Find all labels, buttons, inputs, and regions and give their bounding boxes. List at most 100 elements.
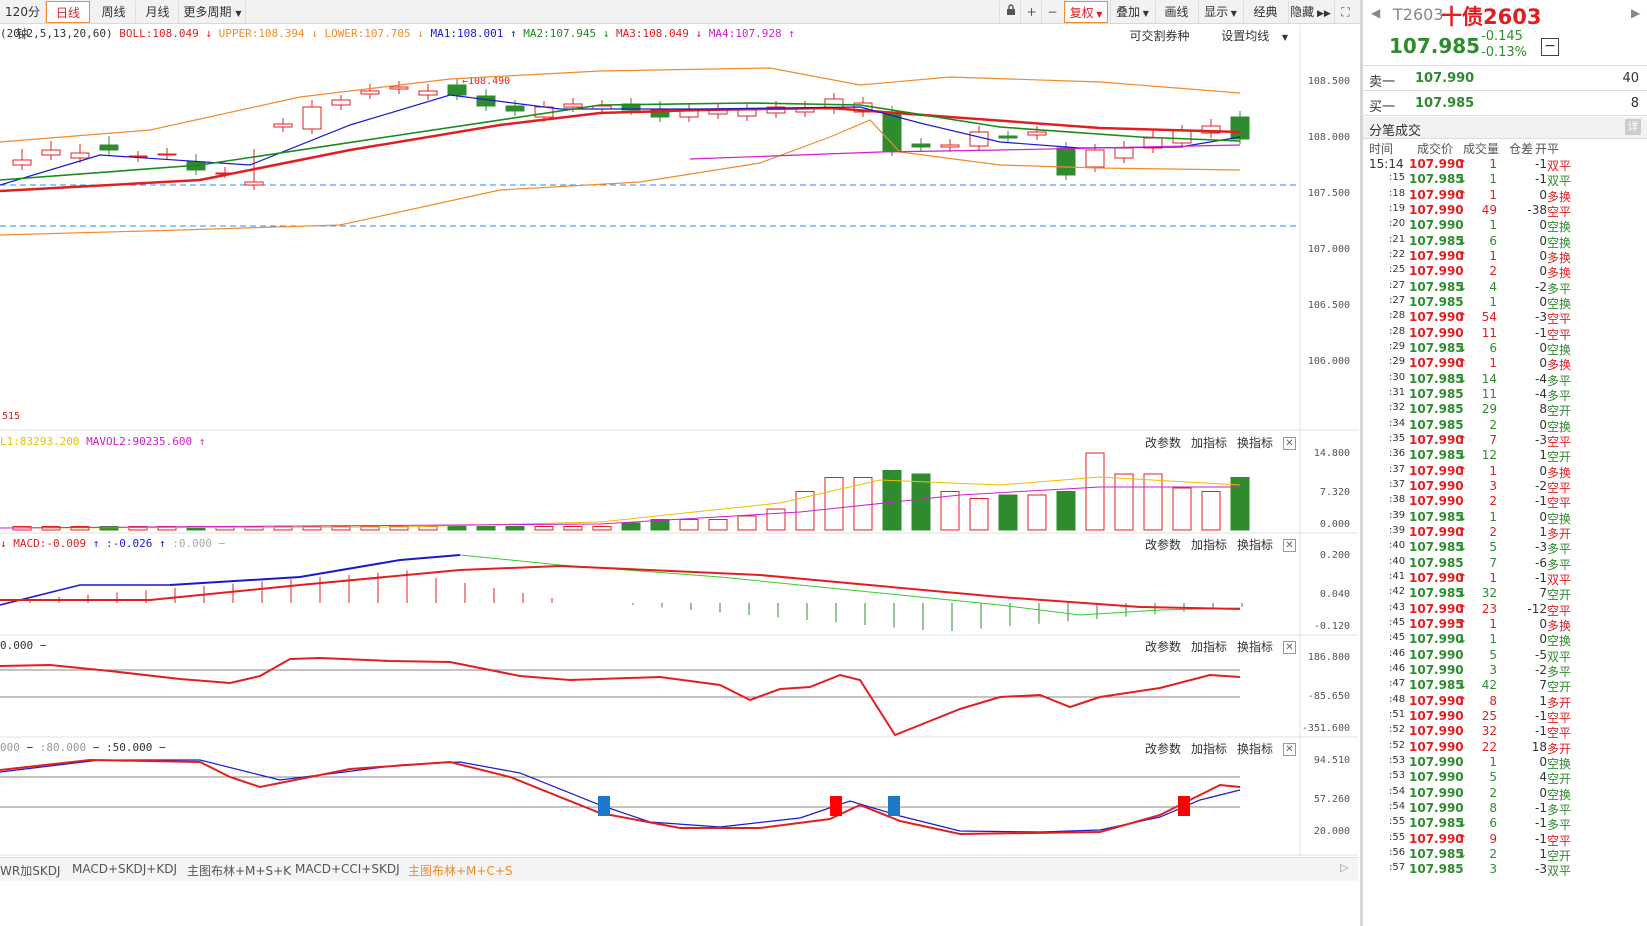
fuquan-dropdown[interactable]: 复权 ▼ xyxy=(1064,1,1108,23)
trade-volume: 2 xyxy=(1489,264,1497,279)
set-ma-dropdown[interactable]: 设置均线 ▼ xyxy=(1211,29,1288,43)
trade-price: 107.985 xyxy=(1409,846,1464,861)
add-indicator-button[interactable]: 加指标 xyxy=(1191,742,1227,756)
lock-icon[interactable] xyxy=(999,1,1021,23)
kdj-signal-marker xyxy=(1178,796,1190,816)
trade-row: :32 107.985 29 8 空开 xyxy=(1363,402,1647,418)
lower-value: LOWER:107.705 xyxy=(324,27,411,40)
trade-volume: 1 xyxy=(1489,570,1497,585)
template-tab-boll-m-s-k[interactable]: 主图布林+M+S+K xyxy=(187,862,291,879)
trade-time: :56 xyxy=(1389,846,1406,858)
template-tab-boll-m-c-s[interactable]: 主图布林+M+C+S xyxy=(408,862,513,879)
trade-time: :30 xyxy=(1389,371,1406,383)
switch-indicator-button[interactable]: 换指标 xyxy=(1237,640,1273,654)
candle-body xyxy=(505,105,525,112)
trade-volume: 1 xyxy=(1489,754,1497,769)
template-tab-wr-skdj[interactable]: WR加SKDJ xyxy=(0,862,60,879)
trade-time: :21 xyxy=(1389,233,1406,245)
template-tab-macd-skdj-kdj[interactable]: MACD+SKDJ+KDJ xyxy=(72,862,177,876)
next-contract-icon[interactable]: ▶ xyxy=(1631,6,1640,20)
trade-time: :39 xyxy=(1389,524,1406,536)
prev-contract-icon[interactable]: ◀ xyxy=(1371,6,1380,20)
trade-oi-diff: 0 xyxy=(1539,616,1547,631)
trade-oi-diff: -2 xyxy=(1535,279,1547,294)
scroll-right-icon[interactable]: ▷ xyxy=(1340,861,1348,874)
change-params-button[interactable]: 改参数 xyxy=(1145,538,1181,552)
trade-row: :25 107.990 2 0 多换 xyxy=(1363,264,1647,280)
display-dropdown[interactable]: 显示 ▼ xyxy=(1198,1,1242,23)
draw-line-button[interactable]: 画线 xyxy=(1155,1,1197,23)
switch-indicator-button[interactable]: 换指标 xyxy=(1237,742,1273,756)
overlay-dropdown[interactable]: 叠加 ▼ xyxy=(1110,1,1154,23)
trade-oi-diff: -4 xyxy=(1535,386,1547,401)
trade-row: :39 107.990 ↑ 2 1 多开 xyxy=(1363,524,1647,541)
zoom-out-icon[interactable]: − xyxy=(1041,1,1063,23)
period-weekly-button[interactable]: 周线 xyxy=(92,1,136,23)
trade-time: :57 xyxy=(1389,862,1406,874)
ma4-line xyxy=(689,144,1241,160)
period-daily-button[interactable]: 日线 xyxy=(46,1,90,23)
close-icon[interactable]: ✕ xyxy=(1283,539,1296,552)
trade-oi-diff: -1 xyxy=(1535,172,1547,187)
hide-button[interactable]: 隐藏 ▶▶ xyxy=(1288,1,1332,23)
candle-body xyxy=(737,109,757,117)
trade-oi-diff: 0 xyxy=(1539,417,1547,432)
trade-arrow: ↓ xyxy=(1457,540,1468,555)
trade-row: :21 107.985 ↓ 6 0 空换 xyxy=(1363,233,1647,250)
trade-arrow: ↑ xyxy=(1457,616,1468,631)
switch-indicator-button[interactable]: 换指标 xyxy=(1237,436,1273,450)
fullscreen-icon[interactable]: ⛶ xyxy=(1334,1,1356,23)
trade-row: :46 107.990 5 -5 双平 xyxy=(1363,648,1647,664)
macd-indicator-header: ↓ MACD:-0.009 ↑ :-0.026 ↑ :0.000 − xyxy=(0,537,226,550)
trade-time: 15:14 xyxy=(1369,157,1404,171)
trade-volume: 3 xyxy=(1489,478,1497,493)
trades-list[interactable]: 15:14 107.990 ↑ 1 -1 双平:15 107.985 ↓ 1 -1 双平:18 107… xyxy=(1363,157,1647,926)
trade-volume: 1 xyxy=(1489,218,1497,233)
hide-label: 隐藏 xyxy=(1290,5,1315,19)
contract-code: T2603 xyxy=(1393,5,1444,24)
volume-bar xyxy=(679,519,699,531)
bid-volume: 8 xyxy=(1630,96,1639,111)
add-indicator-button[interactable]: 加指标 xyxy=(1191,538,1227,552)
trade-oi-diff: -12 xyxy=(1527,601,1547,616)
zoom-in-icon[interactable]: + xyxy=(1020,1,1042,23)
add-indicator-button[interactable]: 加指标 xyxy=(1191,436,1227,450)
ma2-value: MA2:107.945 xyxy=(523,27,597,40)
template-tab-macd-cci-skdj[interactable]: MACD+CCI+SKDJ xyxy=(295,862,400,876)
trade-price: 107.985 xyxy=(1409,862,1464,877)
classic-button[interactable]: 经典 xyxy=(1243,1,1287,23)
change-params-button[interactable]: 改参数 xyxy=(1145,436,1181,450)
chart-area[interactable]: 108.500 108.000 107.500 107.000 106.500 106.0… xyxy=(0,25,1358,885)
trade-oi-diff: -1 xyxy=(1535,494,1547,509)
change-params-button[interactable]: 改参数 xyxy=(1145,742,1181,756)
collapse-icon[interactable]: − xyxy=(1541,38,1559,56)
deliverable-bonds-button[interactable]: 可交割券种 xyxy=(1129,29,1189,43)
trades-header: 时间 成交价 成交量 仓差 开平 xyxy=(1363,140,1647,156)
trade-oi-diff: 8 xyxy=(1539,402,1547,417)
volume-bar xyxy=(418,526,438,531)
switch-indicator-button[interactable]: 换指标 xyxy=(1237,538,1273,552)
trade-arrow: ↓ xyxy=(1457,371,1468,386)
volume-panel-tools: 改参数 加指标 换指标 ✕ xyxy=(1135,434,1296,452)
close-icon[interactable]: ✕ xyxy=(1283,641,1296,654)
main-indicator-header: (20,2,5,13,20,60) BOLL:108.049 ↓ UPPER:1… xyxy=(0,27,795,45)
close-icon[interactable]: ✕ xyxy=(1283,437,1296,450)
trade-row: :37 107.990 ↑ 1 0 多换 xyxy=(1363,464,1647,480)
close-icon[interactable]: ✕ xyxy=(1283,743,1296,756)
change-params-button[interactable]: 改参数 xyxy=(1145,640,1181,654)
trade-row: :35 107.990 ↑ 7 -3 空平 xyxy=(1363,433,1647,449)
main-y-tick: 107.000 xyxy=(1308,244,1350,255)
boll-lower-line xyxy=(0,119,1241,236)
volume-bar xyxy=(737,515,757,531)
more-periods-dropdown[interactable]: 更多周期 ▼ xyxy=(180,1,246,23)
period-120min-button[interactable]: 120分钟 xyxy=(0,1,46,41)
trade-row: :54 107.990 2 0 空换 xyxy=(1363,786,1647,802)
trade-volume: 6 xyxy=(1489,340,1497,355)
arrow-down-icon: ↓ xyxy=(688,27,709,40)
add-indicator-button[interactable]: 加指标 xyxy=(1191,640,1227,654)
period-monthly-button[interactable]: 月线 xyxy=(137,1,179,23)
trade-price: 107.985 xyxy=(1409,540,1464,555)
trade-volume: 1 xyxy=(1489,187,1497,202)
trade-row: :53 107.990 1 0 空换 xyxy=(1363,754,1647,771)
trade-detail-button[interactable]: 详 xyxy=(1625,119,1641,135)
